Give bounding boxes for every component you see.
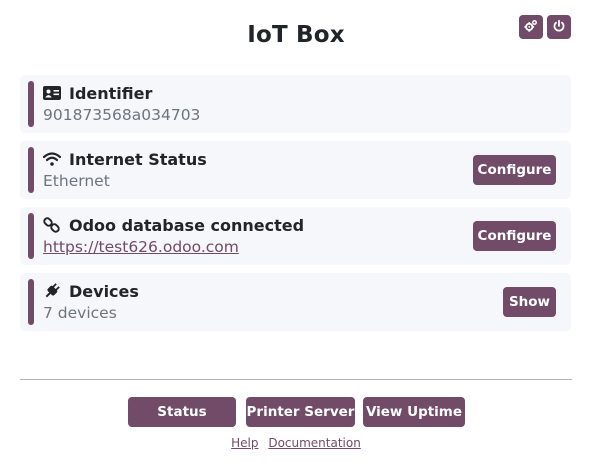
identifier-card: Identifier 901873568a034703: [20, 75, 571, 133]
internet-status-value: Ethernet: [43, 172, 110, 190]
card-title: Internet Status: [69, 149, 207, 169]
devices-card: Devices 7 devices Show: [20, 273, 571, 331]
settings-button[interactable]: [519, 15, 543, 39]
power-icon: [552, 18, 566, 37]
help-link[interactable]: Help: [231, 436, 258, 450]
top-actions: [519, 15, 571, 39]
configure-internet-button[interactable]: Configure: [473, 155, 556, 185]
divider: [20, 379, 572, 380]
card-title: Identifier: [69, 83, 153, 103]
devices-count: 7 devices: [43, 304, 117, 322]
printer-server-button[interactable]: Printer Server: [246, 397, 355, 427]
card-accent-bar: [28, 81, 34, 127]
card-accent-bar: [28, 279, 34, 325]
card-title: Devices: [69, 281, 139, 301]
card-header: Devices: [43, 281, 139, 301]
status-display-button[interactable]: Status Display: [128, 397, 236, 450]
link-icon: [43, 217, 61, 233]
documentation-link[interactable]: Documentation: [268, 436, 361, 450]
card-header: Identifier: [43, 83, 152, 103]
footer-links: Help Documentation: [0, 436, 592, 450]
database-card: Odoo database connected https://test626.…: [20, 207, 571, 265]
wifi-icon: [43, 151, 61, 167]
show-devices-button[interactable]: Show: [503, 287, 556, 317]
card-header: Internet Status: [43, 149, 207, 169]
card-title: Odoo database connected: [69, 215, 305, 235]
configure-database-button[interactable]: Configure: [473, 221, 556, 251]
page-title: IoT Box: [247, 22, 345, 48]
internet-status-card: Internet Status Ethernet Configure: [20, 141, 571, 199]
card-header: Odoo database connected: [43, 215, 304, 235]
identifier-value: 901873568a034703: [43, 106, 201, 124]
card-accent-bar: [28, 147, 34, 193]
gears-icon: [524, 18, 538, 37]
view-uptime-button[interactable]: View Uptime: [363, 397, 465, 427]
plug-icon: [43, 283, 61, 299]
power-button[interactable]: [547, 15, 571, 39]
id-card-icon: [43, 85, 61, 101]
iot-box-page: IoT Box Identifier 901873568a034703 Inte…: [0, 0, 597, 476]
database-url-link[interactable]: https://test626.odoo.com: [43, 238, 239, 256]
card-accent-bar: [28, 213, 34, 259]
